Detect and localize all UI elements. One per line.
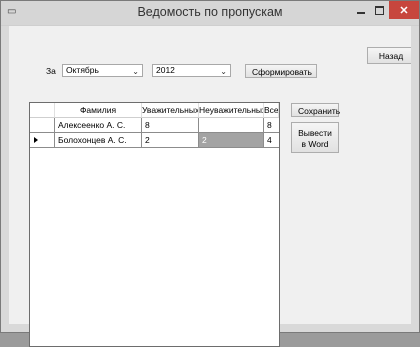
table-cell[interactable]: Алексеенко А. С. [55, 118, 142, 133]
table-row[interactable]: Алексеенко А. С. 8 8 [30, 118, 279, 133]
window-frame-edge [411, 26, 419, 324]
close-icon: ✕ [399, 4, 409, 17]
maximize-icon [374, 5, 384, 15]
app-window: ▭ Ведомость по пропускам ✕ Назад За Октя… [0, 0, 420, 347]
column-header[interactable]: Всего [264, 103, 279, 118]
row-header[interactable] [30, 118, 55, 133]
table-cell-selected[interactable]: 2 [199, 133, 264, 148]
column-header[interactable]: Уважительных [142, 103, 199, 118]
back-button[interactable]: Назад [367, 47, 415, 64]
column-header[interactable]: Неуважительных [199, 103, 264, 118]
column-header[interactable]: Фамилия [55, 103, 142, 118]
close-button[interactable]: ✕ [389, 1, 419, 19]
year-value: 2012 [156, 65, 175, 75]
current-row-arrow-icon [34, 137, 38, 143]
row-header[interactable] [30, 133, 55, 148]
month-value: Октябрь [66, 65, 99, 75]
year-select[interactable]: 2012 ⌄ [152, 64, 231, 77]
export-word-button[interactable]: Вывести в Word [291, 122, 339, 153]
period-label: За [46, 66, 56, 76]
minimize-button[interactable] [352, 1, 370, 19]
save-button[interactable]: Сохранить [291, 103, 340, 117]
absence-grid[interactable]: Фамилия Уважительных Неуважительных Всег… [29, 102, 280, 347]
client-area: Назад За Октябрь ⌄ 2012 ⌄ Сформировать Ф… [9, 26, 415, 347]
minimize-icon [357, 12, 365, 14]
chevron-down-icon[interactable]: ⌄ [220, 66, 227, 77]
table-row[interactable]: Болохонцев А. С. 2 2 4 [30, 133, 279, 148]
month-select[interactable]: Октябрь ⌄ [62, 64, 143, 77]
grid-header: Фамилия Уважительных Неуважительных Всег… [30, 103, 279, 118]
table-cell[interactable]: 8 [142, 118, 199, 133]
table-cell[interactable]: Болохонцев А. С. [55, 133, 142, 148]
row-header-corner [30, 103, 55, 118]
generate-button[interactable]: Сформировать [245, 64, 317, 78]
title-bar[interactable]: ▭ Ведомость по пропускам ✕ [1, 1, 419, 26]
table-cell[interactable]: 4 [264, 133, 279, 148]
table-cell[interactable]: 8 [264, 118, 279, 133]
chevron-down-icon[interactable]: ⌄ [132, 66, 139, 77]
table-cell[interactable] [199, 118, 264, 133]
maximize-button[interactable] [370, 1, 388, 19]
table-cell[interactable]: 2 [142, 133, 199, 148]
